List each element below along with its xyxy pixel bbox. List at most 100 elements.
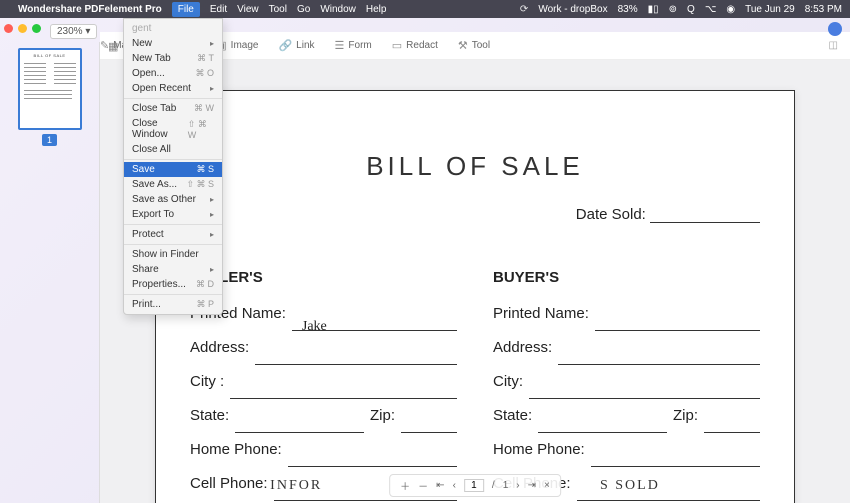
siri-icon[interactable]: ◉ xyxy=(726,4,735,15)
seller-state-field[interactable] xyxy=(235,415,364,433)
next-page-icon[interactable]: › xyxy=(516,480,519,491)
grid-view-icon[interactable]: ▦ xyxy=(108,40,118,53)
menu-new-tab[interactable]: New Tab⌘ T xyxy=(124,51,222,66)
menu-new[interactable]: New▸ xyxy=(124,36,222,51)
sync-icon[interactable]: ⟳ xyxy=(520,4,528,15)
sync-label: Work - dropBox xyxy=(538,4,607,15)
date-sold-row: Date Sold: xyxy=(190,206,760,223)
date-sold-field[interactable] xyxy=(650,211,760,223)
zoom-out-icon[interactable]: － xyxy=(418,478,428,493)
page-thumbnail[interactable]: BILL OF SALE xyxy=(18,48,82,130)
tool-icon: ⚒ xyxy=(458,39,468,52)
buyer-header: BUYER'S xyxy=(493,263,760,293)
menu-print[interactable]: Print...⌘ P xyxy=(124,297,222,312)
page-current-input[interactable] xyxy=(464,479,484,492)
zoom-select[interactable]: 230% ▾ xyxy=(50,24,97,39)
buyer-column: BUYER'S Printed Name: Address: City: Sta… xyxy=(493,263,760,503)
doc-title: BILL OF SALE xyxy=(190,151,760,182)
footer-partial-left: INFOR xyxy=(270,478,322,494)
seller-address-label: Address: xyxy=(190,333,249,363)
form-icon: ☰ xyxy=(335,39,345,52)
thumbnail-sidebar: BILL OF SALE 1 xyxy=(0,42,100,503)
seller-homephone-field[interactable] xyxy=(288,449,457,467)
seller-city-field[interactable] xyxy=(230,381,457,399)
redact-icon: ▭ xyxy=(392,39,402,52)
control-center-icon[interactable]: ⌥ xyxy=(705,4,717,15)
page-navigator: INFOR ＋ － ⇤ ‹ / 1 › ⇥ × S SOLD xyxy=(389,474,561,497)
link-icon: 🔗 xyxy=(278,39,292,52)
minimize-window-button[interactable] xyxy=(18,24,27,33)
tool-redact[interactable]: ▭Redact xyxy=(392,39,438,52)
close-nav-icon[interactable]: × xyxy=(544,480,550,491)
menu-view[interactable]: View xyxy=(237,4,259,15)
seller-column: SELLER'S Printed Name:Jake Address: City… xyxy=(190,263,457,503)
buyer-zip-field[interactable] xyxy=(704,415,760,433)
buyer-zip-label: Zip: xyxy=(673,401,698,431)
seller-header: SELLER'S xyxy=(190,263,457,293)
zoom-in-icon[interactable]: ＋ xyxy=(400,478,410,493)
seller-name-field[interactable]: Jake xyxy=(292,313,457,331)
seller-city-label: City : xyxy=(190,367,224,397)
close-window-button[interactable] xyxy=(4,24,13,33)
menu-close-all[interactable]: Close All xyxy=(124,142,222,157)
menu-close-window[interactable]: Close Window⇧ ⌘ W xyxy=(124,116,222,142)
user-avatar[interactable] xyxy=(828,22,842,36)
seller-state-label: State: xyxy=(190,401,229,431)
thumbnail-page-number: 1 xyxy=(42,134,57,146)
menu-tool[interactable]: Tool xyxy=(269,4,287,15)
menu-go[interactable]: Go xyxy=(297,4,310,15)
buyer-state-label: State: xyxy=(493,401,532,431)
menu-save[interactable]: Save⌘ S xyxy=(124,162,222,177)
menu-properties[interactable]: Properties...⌘ D xyxy=(124,277,222,292)
buyer-address-label: Address: xyxy=(493,333,552,363)
file-menu-dropdown: gent New▸ New Tab⌘ T Open...⌘ O Open Rec… xyxy=(123,18,223,315)
battery-icon: ▮▯ xyxy=(648,4,659,15)
wifi-icon[interactable]: ⊚ xyxy=(669,4,677,15)
tool-form[interactable]: ☰Form xyxy=(335,39,372,52)
document-page: BILL OF SALE Date Sold: SELLER'S Printed… xyxy=(155,90,795,503)
menu-share[interactable]: Share▸ xyxy=(124,262,222,277)
menubar-date[interactable]: Tue Jun 29 xyxy=(745,4,795,15)
menu-open[interactable]: Open...⌘ O xyxy=(124,66,222,81)
last-page-icon[interactable]: ⇥ xyxy=(528,480,536,491)
menu-save-as[interactable]: Save As...⇧ ⌘ S xyxy=(124,177,222,192)
menu-help[interactable]: Help xyxy=(366,4,387,15)
zoom-window-button[interactable] xyxy=(32,24,41,33)
buyer-homephone-field[interactable] xyxy=(591,449,760,467)
menu-show-in-finder[interactable]: Show in Finder xyxy=(124,247,222,262)
menu-open-recent[interactable]: Open Recent▸ xyxy=(124,81,222,96)
buyer-state-field[interactable] xyxy=(538,415,667,433)
panel-toggle-icon[interactable]: ◫ xyxy=(829,40,838,51)
buyer-city-label: City: xyxy=(493,367,523,397)
seller-address-field[interactable] xyxy=(255,347,457,365)
buyer-city-field[interactable] xyxy=(529,381,760,399)
prev-page-icon[interactable]: ‹ xyxy=(453,480,456,491)
battery-pct: 83% xyxy=(618,4,638,15)
seller-homephone-label: Home Phone: xyxy=(190,435,282,465)
menu-protect[interactable]: Protect▸ xyxy=(124,227,222,242)
menu-export-to[interactable]: Export To▸ xyxy=(124,207,222,222)
menu-window[interactable]: Window xyxy=(320,4,356,15)
tool-link[interactable]: 🔗Link xyxy=(278,39,314,52)
menu-file[interactable]: File xyxy=(172,2,200,17)
buyer-address-field[interactable] xyxy=(558,347,760,365)
seller-zip-label: Zip: xyxy=(370,401,395,431)
file-menu-header: gent xyxy=(124,21,222,36)
window-controls xyxy=(4,24,41,33)
menu-save-as-other[interactable]: Save as Other▸ xyxy=(124,192,222,207)
seller-zip-field[interactable] xyxy=(401,415,457,433)
page-sep: / xyxy=(492,480,495,491)
tool-tool[interactable]: ⚒Tool xyxy=(458,39,490,52)
page-total: 1 xyxy=(503,480,509,491)
menu-edit[interactable]: Edit xyxy=(210,4,227,15)
menubar-right: ⟳ Work - dropBox 83% ▮▯ ⊚ Q ⌥ ◉ Tue Jun … xyxy=(520,4,842,15)
buyer-name-label: Printed Name: xyxy=(493,299,589,329)
seller-cellphone-label: Cell Phone: xyxy=(190,469,268,499)
date-sold-label: Date Sold: xyxy=(576,206,646,223)
mac-menubar: Wondershare PDFelement Pro File Edit Vie… xyxy=(0,0,850,18)
menu-close-tab[interactable]: Close Tab⌘ W xyxy=(124,101,222,116)
buyer-name-field[interactable] xyxy=(595,313,760,331)
menubar-time[interactable]: 8:53 PM xyxy=(805,4,842,15)
spotlight-icon[interactable]: Q xyxy=(687,4,695,15)
first-page-icon[interactable]: ⇤ xyxy=(436,480,444,491)
